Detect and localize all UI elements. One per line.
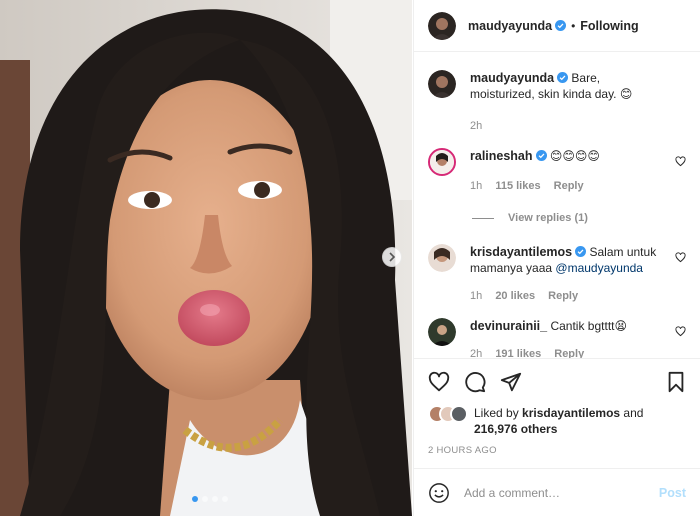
comment-item: devinurainii_ Cantik bgtttt😫 2h 191 like… [428, 318, 686, 358]
carousel-dot [192, 496, 198, 502]
chevron-right-icon [389, 252, 396, 262]
view-replies-button[interactable]: View replies (1) [472, 212, 686, 224]
comment-age: 1h [470, 180, 483, 192]
carousel-dot [222, 496, 228, 502]
post-side-panel: maudyayunda • Following maudyayunda Bare… [413, 0, 700, 516]
reply-button[interactable]: Reply [548, 290, 578, 302]
post-timestamp[interactable]: 2 HOURS AGO [428, 445, 686, 456]
comment-list[interactable]: maudyayunda Bare, moisturized, skin kind… [414, 52, 700, 358]
mention-link[interactable]: @maudyayunda [555, 261, 643, 275]
liker-avatar [450, 405, 468, 423]
author-username[interactable]: maudyayunda [468, 19, 552, 33]
comment-likes[interactable]: 20 likes [495, 290, 535, 302]
author-avatar[interactable] [428, 70, 456, 98]
action-bar [428, 359, 686, 405]
liked-by-text: Liked by krisdayantilemos and 216,976 ot… [474, 405, 643, 437]
liked-by-user[interactable]: krisdayantilemos [522, 406, 620, 420]
verified-badge-icon [555, 20, 567, 31]
post-actions: Liked by krisdayantilemos and 216,976 ot… [414, 358, 700, 456]
verified-badge-icon [535, 150, 547, 161]
commenter-avatar[interactable] [428, 244, 456, 272]
following-button[interactable]: Following [580, 19, 638, 33]
comment-text: Cantik bgtttt😫 [550, 319, 627, 333]
comment-bubble-icon [465, 372, 486, 393]
post-comment-button[interactable]: Post [659, 486, 686, 500]
emoji-smiley-icon [429, 482, 449, 503]
comment-likes[interactable]: 191 likes [495, 348, 541, 358]
like-comment-heart-icon[interactable] [675, 326, 686, 337]
comment-username[interactable]: krisdayantilemos [470, 245, 572, 259]
verified-badge-icon [575, 246, 587, 257]
emoji-button[interactable] [428, 482, 450, 504]
commenter-avatar[interactable] [428, 148, 456, 176]
carousel-dot [202, 496, 208, 502]
caption: maudyayunda Bare, moisturized, skin kind… [428, 70, 686, 134]
carousel-dot [212, 496, 218, 502]
header-separator: • [571, 18, 576, 33]
comment-username[interactable]: devinurainii_ [470, 319, 547, 333]
post-photo[interactable] [0, 0, 412, 516]
comment-age: 2h [470, 348, 483, 358]
like-button[interactable] [428, 371, 450, 393]
comment-username[interactable]: ralineshah [470, 149, 533, 163]
caption-text: maudyayunda Bare, moisturized, skin kind… [470, 70, 666, 102]
comment-text: 😊😊😊😊 [549, 149, 600, 163]
like-comment-heart-icon[interactable] [675, 252, 686, 263]
reply-button[interactable]: Reply [554, 348, 584, 358]
comment-item: krisdayantilemos Salam untuk mamanya yaa… [428, 244, 686, 304]
like-comment-heart-icon[interactable] [675, 156, 686, 167]
liker-avatars [428, 405, 468, 425]
post-header: maudyayunda • Following [414, 0, 700, 52]
view-replies-label: View replies (1) [508, 212, 588, 224]
bookmark-icon [668, 371, 684, 393]
reply-button[interactable]: Reply [554, 180, 584, 192]
selfie-image [0, 0, 412, 516]
liked-by-prefix: Liked by [474, 406, 523, 420]
liked-by-others[interactable]: 216,976 others [474, 422, 557, 436]
save-button[interactable] [666, 371, 686, 393]
caption-username[interactable]: maudyayunda [470, 71, 554, 85]
comment-button[interactable] [464, 371, 486, 393]
liked-by-joiner: and [620, 406, 644, 420]
author-avatar[interactable] [428, 11, 456, 40]
heart-icon [428, 371, 450, 392]
next-slide-button[interactable] [382, 247, 402, 267]
share-button[interactable] [500, 371, 522, 393]
comment-age: 1h [470, 290, 483, 302]
add-comment-bar: Post [414, 468, 700, 516]
caption-age: 2h [470, 120, 483, 132]
commenter-avatar[interactable] [428, 318, 456, 346]
comment-item: ralineshah 😊😊😊😊 1h 115 likes Reply [428, 148, 686, 194]
paper-plane-icon [500, 372, 522, 392]
comment-likes[interactable]: 115 likes [495, 180, 540, 192]
carousel-indicator [192, 496, 228, 502]
likes-summary: Liked by krisdayantilemos and 216,976 ot… [428, 405, 686, 439]
verified-badge-icon [557, 72, 569, 83]
replies-divider [472, 217, 494, 219]
add-comment-input[interactable] [464, 485, 659, 500]
